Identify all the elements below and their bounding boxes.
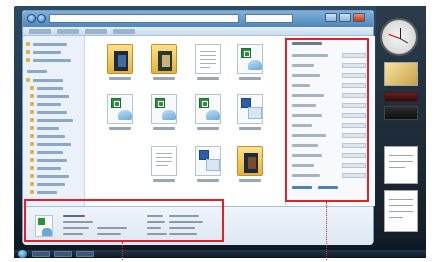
folder-icon [30,182,34,186]
nav-item[interactable] [37,183,65,186]
presentation-icon [237,94,263,124]
feed-gadget[interactable] [384,106,418,120]
folder-icon [30,142,34,146]
folder-icon [30,126,34,130]
file-item[interactable] [193,44,223,84]
file-label [153,127,175,130]
folder-icon [30,190,34,194]
file-item[interactable] [235,146,265,186]
file-label [109,77,131,80]
nav-item[interactable] [37,111,67,114]
nav-item[interactable] [37,87,63,90]
details-pane-callout [24,199,224,242]
nav-item[interactable] [37,119,73,122]
share-button[interactable] [85,29,107,34]
file-label [197,77,219,80]
taskbar-button[interactable] [32,251,50,257]
slideshow-gadget[interactable] [384,62,418,86]
file-item[interactable] [149,44,179,84]
nav-item[interactable] [33,79,63,82]
preview-pane-callout [285,38,369,202]
close-icon[interactable] [353,13,365,22]
file-label [109,127,131,130]
folder-icon [30,166,34,170]
nav-item[interactable] [37,175,69,178]
folder-icon [30,174,34,178]
start-icon[interactable] [18,250,27,258]
address-bar[interactable] [49,14,239,23]
document-icon [195,44,221,74]
nav-item[interactable] [37,95,69,98]
folder-icon [26,78,30,82]
taskbar-button[interactable] [76,251,94,257]
folder-icon [30,134,34,138]
document-icon [151,146,177,176]
file-item[interactable] [235,44,265,84]
folder-icon [30,158,34,162]
nav-item[interactable] [37,159,67,162]
title-bar [23,11,373,27]
maximize-icon[interactable] [339,13,351,22]
burn-button[interactable] [113,29,135,34]
nav-item[interactable] [37,135,65,138]
folder-icon [151,44,177,74]
folder-icon [30,110,34,114]
nav-item[interactable] [37,151,63,154]
folder-icon [26,42,30,46]
organize-button[interactable] [29,29,51,34]
nav-item[interactable] [33,43,67,46]
forward-icon[interactable] [37,14,46,23]
folder-icon [30,102,34,106]
folder-icon [30,118,34,122]
preview-pane-callout-pointer [326,202,327,260]
file-label [153,77,175,80]
views-button[interactable] [57,29,79,34]
nav-item[interactable] [33,51,61,54]
nav-item[interactable] [33,59,71,62]
taskbar-button[interactable] [54,251,72,257]
minimize-icon[interactable] [325,13,337,22]
file-item[interactable] [193,94,223,134]
back-icon[interactable] [27,14,36,23]
spreadsheet-icon [195,94,221,124]
notes-gadget[interactable] [384,146,418,184]
feed-gadget[interactable] [384,92,418,102]
file-label [197,127,219,130]
details-pane-callout-pointer [122,242,123,260]
file-label [239,127,261,130]
search-input[interactable] [245,14,293,23]
file-list [85,36,285,206]
folder-icon [30,86,34,90]
spreadsheet-icon [237,44,263,74]
nav-item[interactable] [37,191,57,194]
file-item[interactable] [105,44,135,84]
file-item[interactable] [105,94,135,134]
nav-item[interactable] [37,127,59,130]
notes-gadget[interactable] [384,190,418,232]
navigation-pane [23,36,85,206]
nav-section-label [27,70,47,73]
file-item[interactable] [193,146,223,186]
file-item[interactable] [235,94,265,134]
folder-icon [26,50,30,54]
folder-icon [30,94,34,98]
clock-gadget[interactable] [380,18,418,56]
folder-icon [237,146,263,176]
nav-item[interactable] [37,143,71,146]
command-bar [23,27,373,36]
file-label [239,77,261,80]
folder-icon [26,58,30,62]
spreadsheet-icon [151,94,177,124]
folder-icon [107,44,133,74]
nav-item[interactable] [37,167,61,170]
presentation-icon [195,146,221,176]
file-label [153,179,175,182]
spreadsheet-icon [107,94,133,124]
folder-icon [30,150,34,154]
file-label [239,179,261,182]
file-label [197,179,219,182]
file-item[interactable] [149,94,179,134]
nav-item[interactable] [37,103,61,106]
file-item[interactable] [149,146,179,186]
